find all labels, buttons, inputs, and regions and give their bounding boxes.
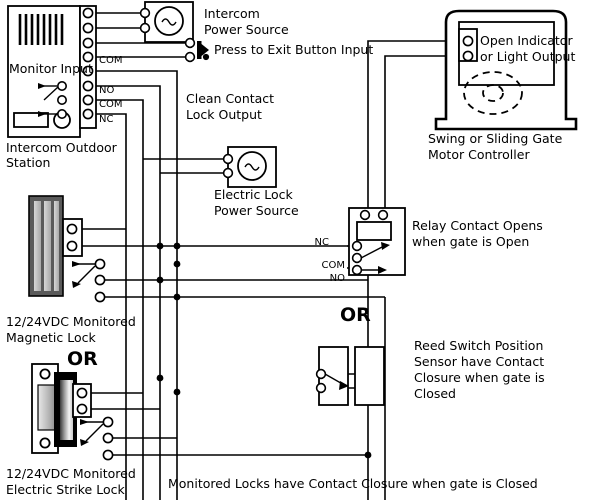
electric-lock-power-label-1: Electric Lock [214,187,294,202]
footer-note: Monitored Locks have Contact Closure whe… [168,476,538,491]
terminal[interactable] [222,167,234,179]
relay-label-2: when gate is Open [412,234,529,249]
junction-dot [156,242,164,250]
press-to-exit-label: Press to Exit Button Input [214,42,373,57]
terminal[interactable] [82,37,94,49]
intercom-power-label-2: Power Source [204,22,289,37]
monitor-input-label: Monitor Input [9,61,93,76]
terminal[interactable] [66,240,78,252]
terminal[interactable] [315,382,327,394]
electric-lock-power-label-2: Power Source [214,203,299,218]
diagram-canvas: Intercom Power Source Press to Exit Butt… [6,1,578,500]
terminal[interactable] [351,252,363,264]
intercom-power-label-1: Intercom [204,6,260,21]
relay-contact-block[interactable] [348,207,406,276]
maglock-monitor-contact-icon [72,258,106,303]
terminal[interactable] [94,258,106,270]
terminal[interactable] [351,264,363,276]
terminal[interactable] [76,387,88,399]
junction-dot [202,53,210,61]
reed-label-3: Closure when gate is [414,370,545,385]
relay-label-1: Relay Contact Opens [412,218,543,233]
reed-label-2: Sensor have Contact [414,354,544,369]
terminal[interactable] [82,80,94,92]
screw-icon [39,368,51,380]
clean-contact-label-2: Lock Output [186,107,262,122]
reed-label-4: Closed [414,386,456,401]
strike-solenoid [60,380,73,440]
reed-label-1: Reed Switch Position [414,338,543,353]
terminal[interactable] [82,94,94,106]
electric-lock-power-source[interactable] [222,146,277,188]
relay-label-com: COM [322,260,345,271]
gate-output-label-2: or Light Output [480,49,575,64]
junction-dot [173,242,181,250]
relay-label-no: NO [330,273,345,284]
relay-label-nc: NC [315,237,329,248]
electric-strike-lock[interactable] [31,363,114,461]
junction-dot [173,293,181,301]
terminal[interactable] [102,416,114,428]
screw-icon [39,437,51,449]
strike-monitor-contact-icon [80,416,114,461]
terminal[interactable] [94,291,106,303]
intercom-station-label-2: Station [6,155,50,170]
junction-dot [156,374,164,382]
strike-label-1: 12/24VDC Monitored [6,466,136,481]
gate-controller-label-1: Swing or Sliding Gate [428,131,563,146]
junction-dot [156,276,164,284]
wiring-diagram-root: Intercom Power Source Press to Exit Butt… [0,0,596,500]
maglock-label-2: Magnetic Lock [6,330,96,345]
terminal[interactable] [102,432,114,444]
terminal-label-no: NO [99,85,114,96]
or-separator-sensors: OR [340,304,371,326]
terminal[interactable] [462,35,474,47]
terminal[interactable] [139,22,151,34]
junction-dot [173,260,181,268]
terminal[interactable] [184,51,196,63]
terminal[interactable] [76,403,88,415]
gate-controller-label-2: Motor Controller [428,147,530,162]
intercom-station-label-1: Intercom Outdoor [6,140,118,155]
magnetic-lock[interactable] [28,195,106,303]
intercom-power-source[interactable] [139,1,194,43]
relay-coil [356,221,392,241]
terminal[interactable] [82,108,94,120]
terminal[interactable] [82,22,94,34]
terminal[interactable] [462,50,474,62]
terminal[interactable] [82,7,94,19]
maglock-label-1: 12/24VDC Monitored [6,314,136,329]
terminal[interactable] [222,153,234,165]
terminal-label-com-top: COM [99,55,122,66]
terminal[interactable] [66,223,78,235]
terminal-label-com-bot: COM [99,99,122,110]
terminal[interactable] [94,274,106,286]
terminal[interactable] [377,209,389,221]
terminal[interactable] [139,7,151,19]
or-separator-locks: OR [67,348,98,370]
reed-switch-sensor[interactable] [315,346,385,406]
junction-dot [364,451,372,459]
reed-magnet-body [354,346,385,406]
maglock-stripe [34,201,41,291]
terminal[interactable] [351,240,363,252]
junction-dot [173,388,181,396]
gate-output-label-1: Open Indicator [480,33,573,48]
terminal-label-nc: NC [99,114,113,125]
terminal[interactable] [102,449,114,461]
strike-label-2: Electric Strike Lock [6,482,125,497]
terminal[interactable] [315,368,327,380]
clean-contact-label-1: Clean Contact [186,91,274,106]
terminal[interactable] [184,37,196,49]
gate-motor-controller[interactable] [434,9,578,131]
maglock-stripe [44,201,51,291]
maglock-stripe [54,201,59,291]
terminal[interactable] [359,209,371,221]
